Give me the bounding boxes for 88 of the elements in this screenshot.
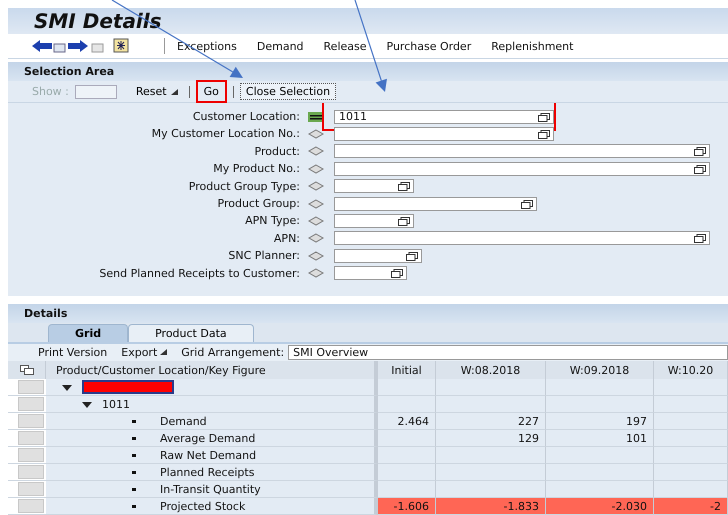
field-label: Product Group: (216, 197, 300, 210)
column-settings-icon[interactable] (8, 361, 46, 380)
bullet-icon (132, 488, 136, 491)
table-cell: 197 (546, 413, 654, 430)
diamond-icon[interactable] (308, 268, 324, 278)
field-label: Product: (254, 144, 300, 158)
toolbar-link[interactable]: Purchase Order (386, 40, 472, 53)
table-cell: 129 (436, 430, 546, 448)
value-help-icon[interactable] (694, 164, 706, 174)
action-button[interactable]: Close Selection (240, 83, 336, 100)
key-figure-label: In-Transit Quantity (160, 482, 261, 496)
table-cell: -2.030 (546, 498, 654, 515)
bullet-icon (132, 454, 136, 457)
bullet-icon (132, 504, 136, 508)
show-label: Show : (32, 85, 69, 98)
section-header: Selection Area (8, 62, 728, 82)
diamond-icon[interactable] (308, 233, 324, 244)
field-label: APN: (272, 232, 300, 245)
input-field[interactable] (334, 266, 407, 280)
table-cell: 227 (436, 413, 546, 430)
collapse-icon[interactable] (82, 402, 92, 408)
key-figure-label: Average Demand (160, 432, 256, 445)
table-cell: -1.606 (378, 498, 436, 515)
toolbar-link[interactable]: Demand (256, 40, 304, 53)
field-label: Customer Location: (192, 110, 300, 124)
column-header: W:10.20 (654, 361, 728, 380)
field-label: APN Type: (244, 214, 300, 228)
bullet-icon (132, 420, 136, 423)
export-menu[interactable]: Export (121, 346, 168, 359)
table-cell: 101 (546, 430, 654, 448)
show-field[interactable] (74, 84, 117, 99)
field-label: My Product No.: (212, 162, 300, 176)
diamond-icon[interactable] (308, 198, 324, 209)
input-field[interactable] (334, 179, 414, 194)
tab[interactable]: Grid (48, 324, 128, 342)
diamond-icon[interactable] (308, 164, 324, 174)
value-help-icon[interactable] (406, 252, 418, 261)
field-label: Product Group Type: (188, 180, 300, 193)
column-header: W:08.2018 (436, 361, 546, 380)
section-header: Details (8, 304, 728, 323)
caret-icon (170, 88, 178, 95)
value-help-icon[interactable] (398, 216, 410, 226)
menu-button[interactable]: Reset (130, 84, 183, 100)
column-header: Product/Customer Location/Key Figure (46, 361, 378, 380)
input-field[interactable] (334, 162, 710, 176)
toolbar-link[interactable]: Replenishment (491, 40, 574, 53)
diamond-icon[interactable] (308, 216, 324, 226)
value-help-icon[interactable] (538, 112, 550, 122)
input-field[interactable]: 1011 (334, 110, 554, 124)
key-figure-label: Demand (160, 414, 207, 428)
diamond-icon[interactable] (308, 128, 324, 139)
arrangement-select[interactable]: SMI Overview (288, 344, 728, 360)
value-help-icon[interactable] (694, 147, 706, 156)
value-help-icon[interactable] (694, 234, 706, 244)
input-field[interactable] (334, 196, 537, 211)
table-cell: 2.464 (378, 413, 436, 430)
diamond-icon[interactable] (308, 146, 324, 156)
bullet-icon (132, 436, 136, 440)
field-label: SNC Planner: (227, 249, 300, 262)
key-figure-label: Raw Net Demand (160, 448, 256, 462)
tree-node-label: 1011 (102, 398, 130, 411)
table-cell: -2 (654, 498, 728, 515)
diamond-icon[interactable] (308, 181, 324, 192)
bullet-icon (132, 470, 136, 474)
toolbar-link[interactable]: Release (324, 40, 367, 53)
caret-icon (160, 349, 168, 356)
arrangement-label: Grid Arrangement: (181, 346, 284, 359)
value-help-icon[interactable] (398, 182, 410, 192)
field-label: My Customer Location No.: (150, 127, 300, 140)
column-header: W:09.2018 (546, 361, 654, 380)
action-button[interactable]: Go (196, 80, 227, 104)
tab[interactable]: Product Data (128, 324, 254, 342)
input-field[interactable] (334, 126, 554, 141)
print-link[interactable]: Print Version (38, 346, 108, 359)
value-help-icon[interactable] (538, 130, 550, 139)
input-field[interactable] (334, 248, 422, 263)
input-field[interactable] (334, 144, 710, 158)
table-cell: -1.833 (436, 498, 546, 515)
value-help-icon[interactable] (521, 200, 533, 209)
diamond-icon[interactable] (308, 250, 324, 261)
input-field[interactable] (334, 231, 710, 246)
value-help-icon[interactable] (391, 269, 403, 278)
key-figure-label: Planned Receipts (160, 466, 254, 479)
key-figure-label: Projected Stock (160, 500, 246, 513)
input-field[interactable] (334, 214, 414, 228)
column-header: Initial (378, 361, 436, 380)
field-label: Send Planned Receipts to Customer: (98, 266, 300, 280)
collapse-icon[interactable] (62, 384, 72, 391)
